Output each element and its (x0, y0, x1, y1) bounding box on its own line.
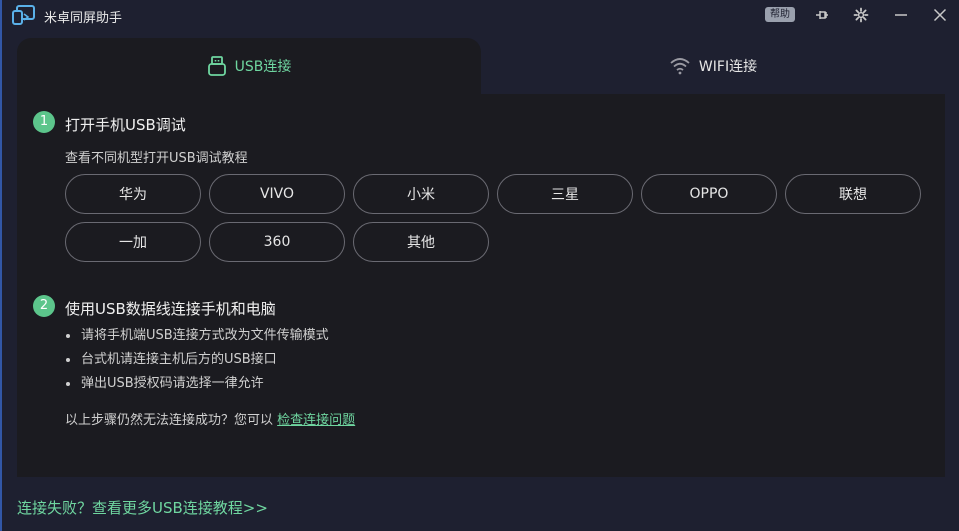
tab-wifi-label: WIFI连接 (698, 59, 758, 75)
step-2-badge: 2 (33, 295, 55, 317)
brand-button-samsung[interactable]: 三星 (497, 174, 633, 214)
step-1-badge: 1 (33, 111, 55, 133)
brand-button-oppo[interactable]: OPPO (641, 174, 777, 214)
tab-usb-label: USB连接 (234, 59, 292, 75)
brand-button-lenovo[interactable]: 联想 (785, 174, 921, 214)
list-item: 请将手机端USB连接方式改为文件传输模式 (65, 327, 329, 351)
brand-button-vivo[interactable]: VIVO (209, 174, 345, 214)
brand-button-huawei[interactable]: 华为 (65, 174, 201, 214)
list-item: 台式机请连接主机后方的USB接口 (65, 351, 329, 375)
minimize-icon (895, 14, 907, 16)
tab-usb[interactable]: USB连接 (17, 38, 481, 98)
trouble-hint: 以上步骤仍然无法连接成功？您可以 检查连接问题 (65, 409, 355, 428)
settings-button[interactable] (850, 4, 872, 26)
usb-icon (207, 56, 226, 76)
help-button[interactable]: 帮助 (765, 7, 795, 22)
more-tutorials-link[interactable]: 连接失败？查看更多USB连接教程>> (17, 497, 268, 518)
title-bar: 米卓同屏助手 帮助 (0, 0, 959, 30)
close-button[interactable] (929, 4, 951, 26)
brand-button-xiaomi[interactable]: 小米 (353, 174, 489, 214)
brand-button-oneplus[interactable]: 一加 (65, 222, 201, 262)
step-2-title: 使用USB数据线连接手机和电脑 (65, 300, 276, 318)
window-edge (0, 0, 2, 531)
wifi-icon (670, 58, 690, 75)
brand-button-other[interactable]: 其他 (353, 222, 489, 262)
app-title: 米卓同屏助手 (44, 11, 123, 26)
close-icon (933, 8, 947, 22)
step-1-title: 打开手机USB调试 (65, 116, 186, 134)
trouble-text: 以上步骤仍然无法连接成功？您可以 (65, 413, 274, 428)
gear-icon (853, 7, 869, 23)
tab-wifi[interactable]: WIFI连接 (481, 38, 945, 94)
minimize-button[interactable] (890, 4, 912, 26)
pin-button[interactable] (811, 4, 833, 26)
check-connection-link[interactable]: 检查连接问题 (277, 413, 355, 428)
step-1-subtitle: 查看不同机型打开USB调试教程 (65, 151, 248, 166)
brand-button-360[interactable]: 360 (209, 222, 345, 262)
pin-icon (816, 11, 828, 19)
usb-content-panel: 1 打开手机USB调试 查看不同机型打开USB调试教程 华为 VIVO 小米 三… (17, 94, 945, 477)
app-logo-icon (12, 5, 35, 25)
step-2-bullet-list: 请将手机端USB连接方式改为文件传输模式 台式机请连接主机后方的USB接口 弹出… (65, 327, 329, 399)
list-item: 弹出USB授权码请选择一律允许 (65, 375, 329, 399)
